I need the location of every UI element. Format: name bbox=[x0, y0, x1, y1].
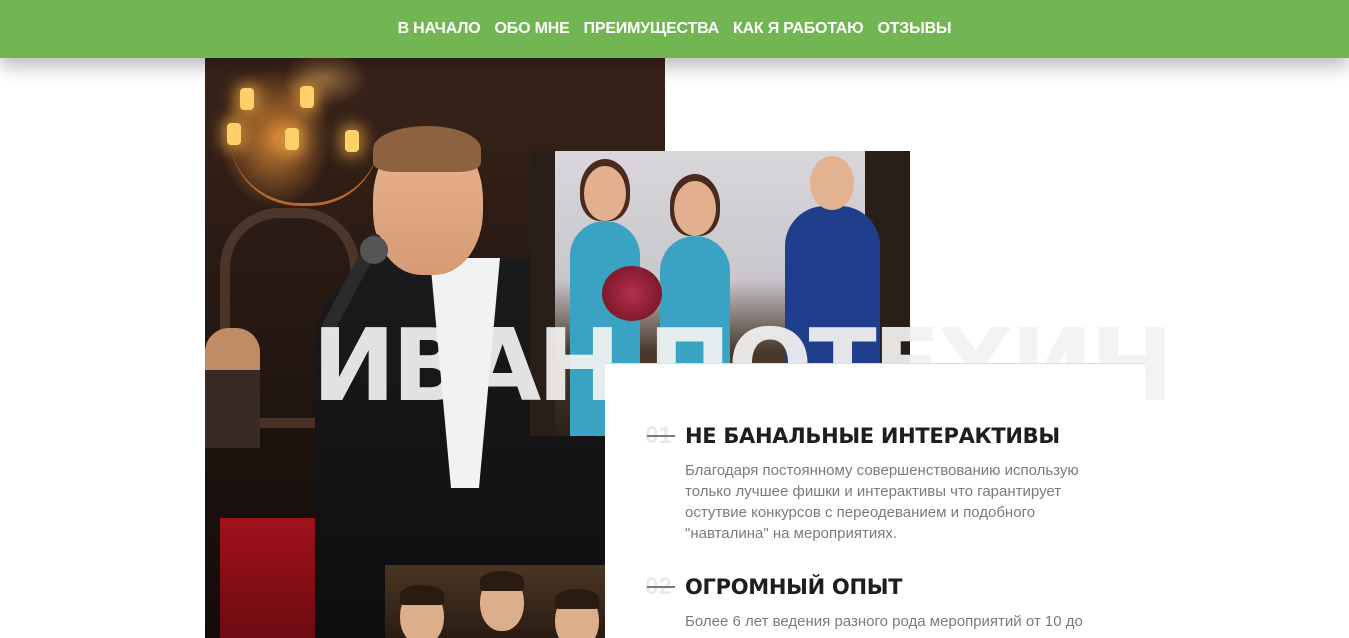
group-photo bbox=[385, 565, 605, 638]
nav-link-reviews[interactable]: ОТЗЫВЫ bbox=[877, 20, 951, 38]
microphone-head-shape bbox=[360, 236, 388, 264]
nav-link-how-i-work[interactable]: КАК Я РАБОТАЮ bbox=[733, 20, 864, 38]
dash-divider bbox=[647, 586, 675, 588]
feature-title: ОГРОМНЫЙ ОПЫТ bbox=[685, 575, 903, 599]
panel-divider bbox=[605, 363, 1145, 364]
advantages-panel: 01 НЕ БАНАЛЬНЫЕ ИНТЕРАКТИВЫ Благодаря по… bbox=[605, 364, 1145, 638]
lamp-shape bbox=[345, 130, 359, 152]
nav-link-home[interactable]: В НАЧАЛО bbox=[398, 20, 481, 38]
lamp-shape bbox=[285, 128, 299, 150]
head-shape bbox=[584, 166, 626, 221]
lamp-shape bbox=[300, 86, 314, 108]
hair-shape bbox=[555, 589, 599, 609]
nav-link-about[interactable]: ОБО МНЕ bbox=[495, 20, 570, 38]
hair-shape bbox=[480, 571, 524, 591]
background-person-shape bbox=[205, 328, 260, 448]
feature-title: НЕ БАНАЛЬНЫЕ ИНТЕРАКТИВЫ bbox=[685, 424, 1060, 448]
dash-divider bbox=[647, 435, 675, 437]
lamp-shape bbox=[240, 88, 254, 110]
hair-shape bbox=[400, 585, 444, 605]
lamp-shape bbox=[227, 123, 241, 145]
feature-text: Более 6 лет ведения разного рода меропри… bbox=[685, 613, 1083, 630]
head-shape bbox=[674, 181, 716, 236]
nav-link-advantages[interactable]: ПРЕИМУЩЕСТВА bbox=[584, 20, 720, 38]
top-navigation: В НАЧАЛО ОБО МНЕ ПРЕИМУЩЕСТВА КАК Я РАБО… bbox=[0, 0, 1349, 58]
host-hair-shape bbox=[373, 126, 481, 172]
head-shape bbox=[810, 156, 854, 210]
feature-text: Благодаря постоянному совершенствованию … bbox=[685, 462, 1079, 542]
